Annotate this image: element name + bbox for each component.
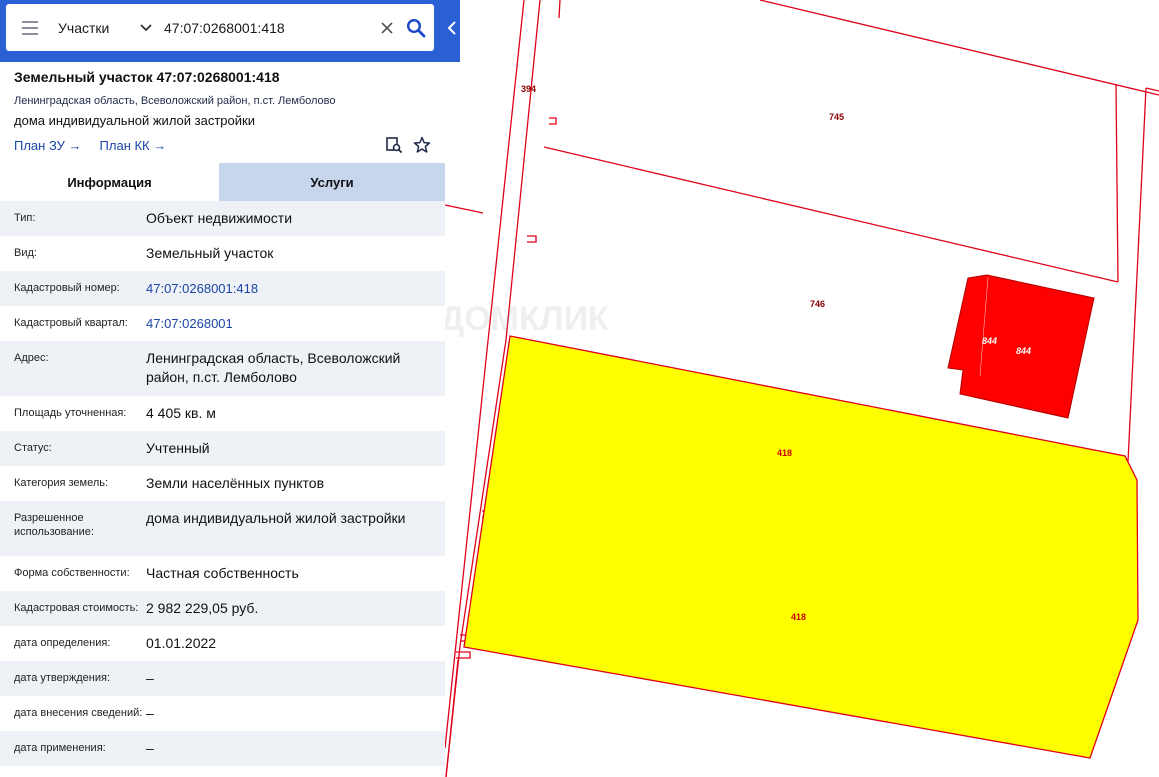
info-row: Разрешенное использование: дома индивидуа…	[0, 501, 445, 556]
clear-search-button[interactable]	[376, 17, 398, 39]
parcel-address: Ленинградская область, Всеволожский райо…	[14, 95, 336, 107]
parcel-label-394: 394	[521, 84, 536, 94]
info-row-value-link[interactable]: 47:07:0268001:418	[146, 271, 445, 298]
info-row: дата внесения сведений: –	[0, 696, 445, 731]
close-icon	[381, 21, 393, 34]
parcel-label-418b: 418	[791, 612, 806, 622]
info-row-label: Площадь уточненная:	[14, 407, 127, 419]
parcel-label-745: 745	[829, 112, 844, 122]
info-row: дата утверждения: –	[0, 661, 445, 696]
info-row-value: 01.01.2022	[146, 635, 217, 651]
info-row-value: дома индивидуальной жилой застройки	[146, 510, 406, 526]
info-row-value: 4 405 кв. м	[146, 405, 216, 421]
parcel-label-844b: 844	[1016, 346, 1031, 356]
info-row: Площадь уточненная: 4 405 кв. м	[0, 396, 445, 431]
plan-kk-link[interactable]: План КК →	[100, 138, 167, 153]
info-row-label: Категория земель:	[14, 477, 109, 489]
tab-services[interactable]: Услуги	[219, 163, 445, 201]
info-row-label: дата утверждения:	[14, 672, 111, 684]
tabs: Информация Услуги	[0, 163, 445, 201]
info-row-value: Земельный участок	[146, 245, 274, 261]
info-row: Кадастровый номер: 47:07:0268001:418	[0, 271, 445, 306]
info-table: Тип: Объект недвижимости Вид: Земельный уча…	[0, 201, 445, 766]
info-row-value: 2 982 229,05 руб.	[146, 600, 259, 616]
info-row-label: дата определения:	[14, 637, 111, 649]
info-row-label: дата внесения сведений:	[14, 707, 143, 719]
parcel-use: дома индивидуальной жилой застройки	[14, 113, 255, 128]
info-row-value: Объект недвижимости	[146, 210, 293, 226]
plan-links: План ЗУ → План КК →	[14, 136, 431, 154]
info-row: Адрес: Ленинградская область, Всеволожски…	[0, 341, 445, 396]
info-row-value: Частная собственность	[146, 565, 299, 581]
collapse-panel-button[interactable]	[443, 14, 460, 42]
info-row-label: Вид:	[14, 247, 37, 259]
chevron-down-icon	[140, 23, 152, 31]
category-select-label: Участки	[58, 19, 110, 36]
info-row-label: Кадастровый номер:	[14, 282, 120, 294]
info-row: Вид: Земельный участок	[0, 236, 445, 271]
category-select[interactable]: Участки	[54, 4, 160, 51]
info-row-label: Кадастровая стоимость:	[14, 602, 139, 614]
info-row-label: Форма собственности:	[14, 567, 130, 579]
info-row-value: –	[146, 740, 154, 756]
info-row: дата применения: –	[0, 731, 445, 766]
parcel-title: Земельный участок 47:07:0268001:418	[14, 69, 280, 85]
search-input[interactable]	[160, 4, 376, 51]
search-icon	[406, 18, 426, 37]
info-panel: Земельный участок 47:07:0268001:418 Лени…	[0, 62, 445, 777]
info-row: Тип: Объект недвижимости	[0, 201, 445, 236]
parcel-label-746: 746	[810, 299, 825, 309]
info-row-label: Кадастровый квартал:	[14, 317, 128, 329]
star-icon[interactable]	[413, 136, 431, 154]
info-row-label: Разрешенное использование:	[14, 512, 94, 538]
info-row: Кадастровый квартал: 47:07:0268001	[0, 306, 445, 341]
info-row-label: Адрес:	[14, 352, 49, 364]
search-button[interactable]	[398, 4, 434, 51]
info-row: Форма собственности: Частная собственност…	[0, 556, 445, 591]
info-row: дата определения: 01.01.2022	[0, 626, 445, 661]
info-row-label: Статус:	[14, 442, 52, 454]
info-row-value: Ленинградская область, Всеволожский райо…	[146, 350, 401, 385]
info-row-label: дата применения:	[14, 742, 106, 754]
tab-info[interactable]: Информация	[0, 163, 219, 201]
info-row-value: Земли населённых пунктов	[146, 475, 325, 491]
info-row-value: –	[146, 670, 154, 686]
top-bar: Участки	[0, 0, 460, 62]
search-box: Участки	[6, 4, 434, 51]
parcel-label-844a: 844	[982, 336, 997, 346]
find-on-map-icon[interactable]	[385, 136, 403, 154]
info-row: Кадастровая стоимость: 2 982 229,05 руб.	[0, 591, 445, 626]
info-row-value: –	[146, 705, 154, 721]
info-row-value-link[interactable]: 47:07:0268001	[146, 306, 445, 333]
parcel-label-418a: 418	[777, 448, 792, 458]
info-row-label: Тип:	[14, 212, 36, 224]
chevron-left-icon	[447, 21, 456, 35]
menu-icon[interactable]	[6, 4, 54, 51]
info-row-value: Учтенный	[146, 440, 210, 456]
svg-text:ДОМКЛИК: ДОМКЛИК	[440, 300, 609, 338]
parcel-card: Земельный участок 47:07:0268001:418 Лени…	[0, 62, 445, 163]
info-row: Категория земель: Земли населённых пункто…	[0, 466, 445, 501]
card-actions	[385, 136, 431, 154]
plan-zu-link[interactable]: План ЗУ →	[14, 138, 82, 153]
info-row: Статус: Учтенный	[0, 431, 445, 466]
